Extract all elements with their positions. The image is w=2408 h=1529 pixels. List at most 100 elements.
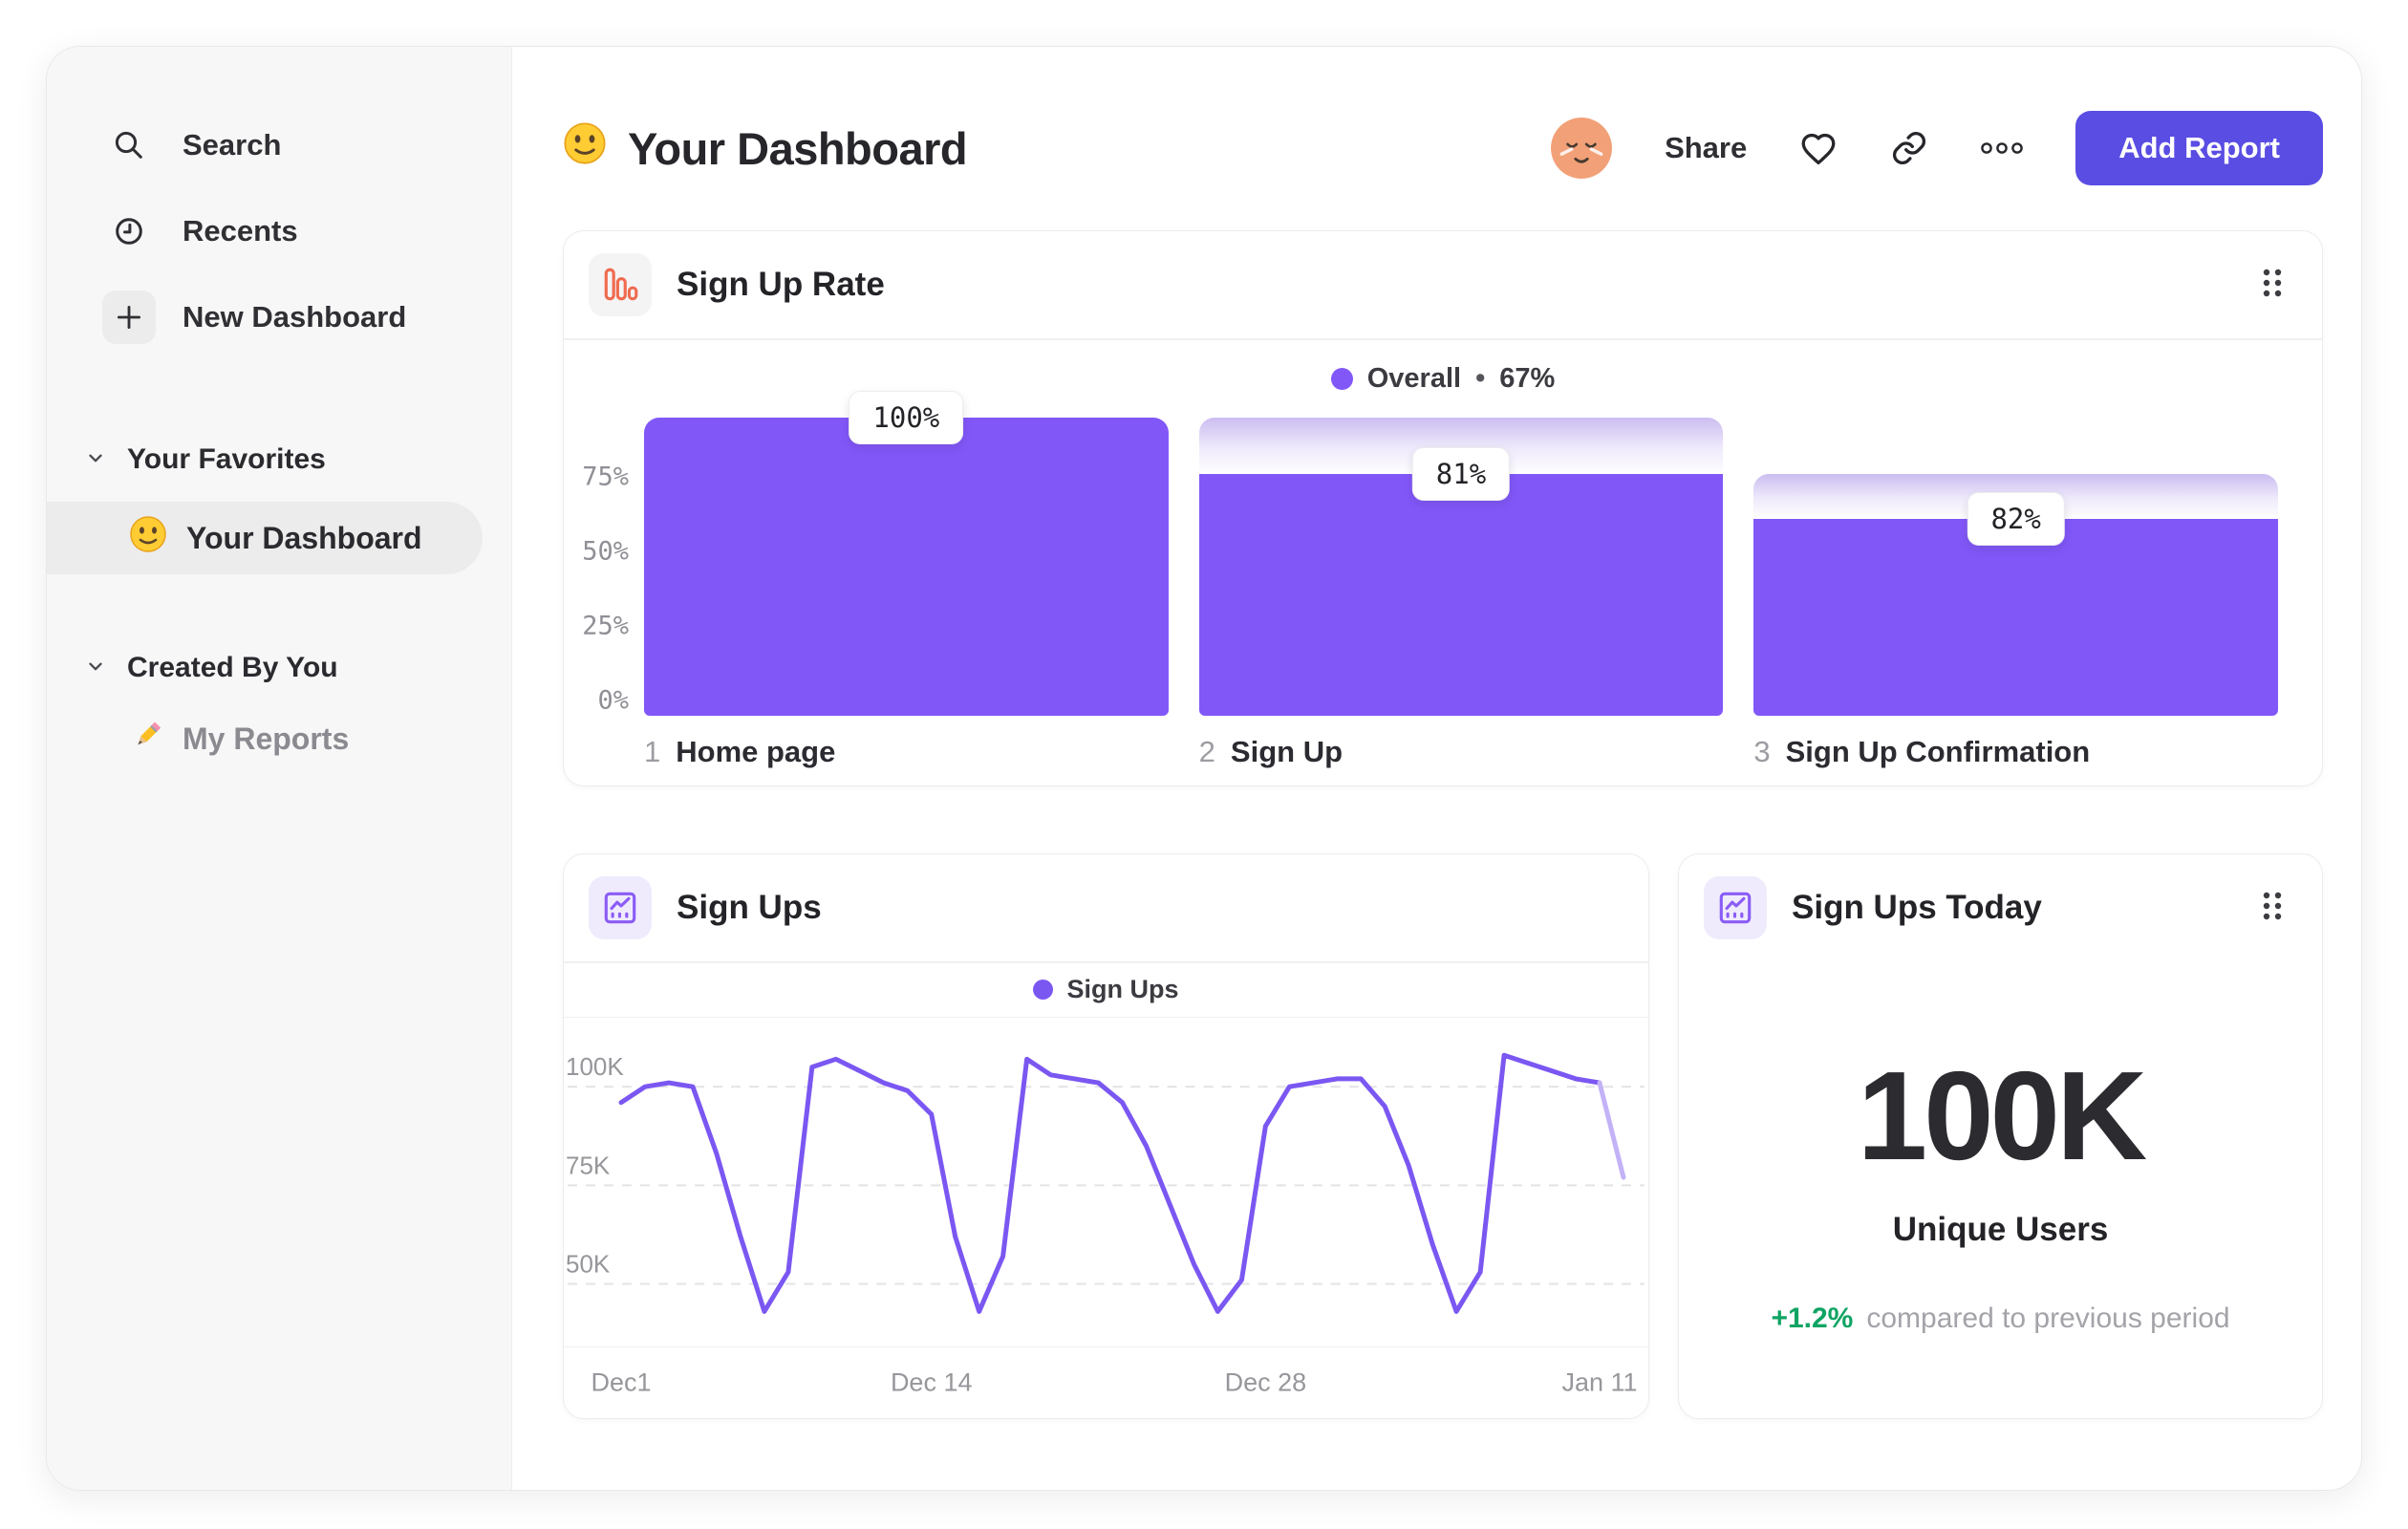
signups-card: Sign Ups Sign Ups 100K 75K 50K Dec1 Dec 14 D…: [563, 853, 1649, 1419]
line-y-tick: 100K: [566, 1054, 624, 1081]
line-y-tick: 75K: [566, 1152, 611, 1179]
unique-users-value: 100K: [1857, 1045, 2148, 1186]
favorite-heart-icon[interactable]: [1798, 128, 1838, 168]
funnel-y-tick: 75%: [582, 462, 629, 491]
signups-card-header: Sign Ups: [564, 854, 1648, 961]
sidebar-item-recents[interactable]: Recents: [47, 188, 511, 274]
legend-label: Sign Ups: [1066, 975, 1179, 1003]
signups-series-line: [618, 1052, 1602, 1314]
add-report-button[interactable]: Add Report: [2075, 111, 2323, 185]
unique-users-label: Unique Users: [1892, 1211, 2109, 1248]
sidebar-item-your-dashboard[interactable]: Your Dashboard: [47, 502, 483, 574]
funnel-bar-3[interactable]: 82%: [1753, 418, 2279, 716]
line-legend: Sign Ups: [564, 963, 1648, 1018]
cards-row: Sign Ups Sign Ups 100K 75K 50K Dec1 Dec 14 D…: [563, 853, 2323, 1419]
card-title: Sign Ups Today: [1792, 889, 2042, 926]
card-title: Sign Ups: [677, 889, 822, 926]
funnel-plot-area: 100% 81% 82%: [644, 390, 2279, 716]
funnel-step-label: 2 Sign Up: [1199, 735, 1724, 769]
sidebar-item-label: Your Dashboard: [186, 520, 422, 555]
app-window: Search Recents New Dashboard Your Favori…: [46, 46, 2362, 1491]
main-area: Your Dashboard Share Add Report Sign Up …: [512, 47, 2361, 1490]
smiley-emoji-icon: [129, 515, 167, 561]
signup-rate-card: Sign Up Rate Overall • 67% 75% 50% 25% 0…: [563, 230, 2323, 786]
funnel-y-axis: 75% 50% 25% 0%: [570, 418, 629, 716]
line-x-tick: Jan 11: [1561, 1367, 1638, 1397]
header-controls: Share Add Report: [1550, 111, 2323, 185]
sidebar-item-label: Search: [183, 128, 282, 162]
sidebar-item-label: My Reports: [183, 721, 350, 756]
line-chart-icon: [1704, 876, 1767, 939]
delta-row: +1.2% compared to previous period: [1679, 1303, 2322, 1335]
smiley-emoji-icon: [563, 121, 607, 176]
sidebar-item-new-dashboard[interactable]: New Dashboard: [47, 274, 511, 360]
line-plot-area[interactable]: 100K 75K 50K: [564, 1018, 1648, 1347]
avatar[interactable]: [1550, 117, 1613, 180]
step-number: 2: [1198, 734, 1215, 768]
signups-today-card: Sign Ups Today 100K Unique Users +1.2% c…: [1678, 853, 2323, 1419]
step-name: Sign Up: [1230, 734, 1344, 768]
share-button[interactable]: Share: [1665, 131, 1747, 165]
legend-separator: •: [1475, 362, 1486, 394]
signups-series-line: [1597, 1080, 1626, 1180]
sidebar-section-created-by-you[interactable]: Created By You: [47, 634, 511, 702]
funnel-y-tick: 25%: [582, 611, 629, 640]
step-name: Home page: [676, 734, 836, 768]
legend-dot: [1033, 980, 1054, 1000]
dashboard-header: Your Dashboard Share Add Report: [563, 102, 2323, 194]
plus-icon: [102, 291, 156, 344]
funnel-bar-value-badge: 82%: [1967, 491, 2065, 546]
sidebar: Search Recents New Dashboard Your Favori…: [47, 47, 512, 1490]
section-label: Your Favorites: [127, 443, 326, 475]
funnel-y-tick: 0%: [597, 685, 629, 715]
sidebar-item-label: New Dashboard: [183, 300, 407, 334]
delta-caption: compared to previous period: [1866, 1303, 2230, 1334]
funnel-step-label: 3 Sign Up Confirmation: [1753, 735, 2278, 769]
page-title-wrap: Your Dashboard: [563, 121, 968, 176]
copy-link-icon[interactable]: [1890, 129, 1928, 167]
funnel-bar-1[interactable]: 100%: [644, 390, 1169, 716]
page-title: Your Dashboard: [628, 122, 968, 174]
pencil-emoji-icon: [129, 717, 165, 761]
legend-value: 67%: [1499, 362, 1556, 394]
clock-icon: [102, 205, 156, 258]
card-title: Sign Up Rate: [677, 266, 885, 303]
sidebar-item-my-reports[interactable]: My Reports: [47, 702, 511, 775]
funnel-step-label: 1 Home page: [644, 735, 1169, 769]
line-x-tick: Dec 14: [890, 1367, 973, 1397]
search-icon: [102, 118, 156, 172]
funnel-legend: Overall • 67%: [564, 340, 2322, 414]
step-number: 3: [1753, 734, 1771, 768]
sidebar-item-search[interactable]: Search: [47, 102, 511, 188]
delta-value: +1.2%: [1771, 1303, 1854, 1334]
chevron-down-icon: [85, 652, 106, 684]
funnel-step-labels: 1 Home page 2 Sign Up 3 Sign Up Confirmation: [644, 716, 2278, 769]
step-number: 1: [644, 734, 661, 768]
line-chart-icon: [589, 876, 652, 939]
more-options-icon[interactable]: [1980, 141, 2024, 155]
signups-line-chart: 100K 75K 50K: [566, 1052, 1645, 1314]
funnel-bar-fill: [644, 417, 1169, 716]
drag-handle-icon[interactable]: [2259, 889, 2286, 928]
section-label: Created By You: [127, 652, 338, 683]
signups-today-card-header: Sign Ups Today: [1679, 854, 2322, 961]
drag-handle-icon[interactable]: [2259, 266, 2286, 305]
line-x-axis: Dec1 Dec 14 Dec 28 Jan 11: [564, 1347, 1648, 1418]
funnel-chart: 75% 50% 25% 0% 100% 81% 82% 1 Home page 2 Sign U…: [564, 390, 2322, 786]
funnel-bar-2[interactable]: 81%: [1198, 417, 1724, 716]
legend-dot: [1330, 367, 1353, 390]
funnel-y-tick: 50%: [582, 536, 629, 566]
funnel-bar-value-badge: 100%: [849, 390, 964, 444]
funnel-bar-fill: [1753, 518, 2279, 716]
signup-rate-card-header: Sign Up Rate: [564, 231, 2322, 338]
funnel-bar-value-badge: 81%: [1411, 446, 1511, 501]
funnel-bar-fill: [1198, 473, 1724, 716]
bar-chart-icon: [589, 253, 652, 316]
line-x-tick: Dec1: [591, 1367, 652, 1397]
line-x-tick: Dec 28: [1224, 1367, 1307, 1397]
sidebar-section-your-favorites[interactable]: Your Favorites: [47, 425, 511, 494]
sidebar-item-label: Recents: [183, 214, 298, 248]
chevron-down-icon: [85, 443, 106, 476]
step-name: Sign Up Confirmation: [1785, 734, 2091, 768]
